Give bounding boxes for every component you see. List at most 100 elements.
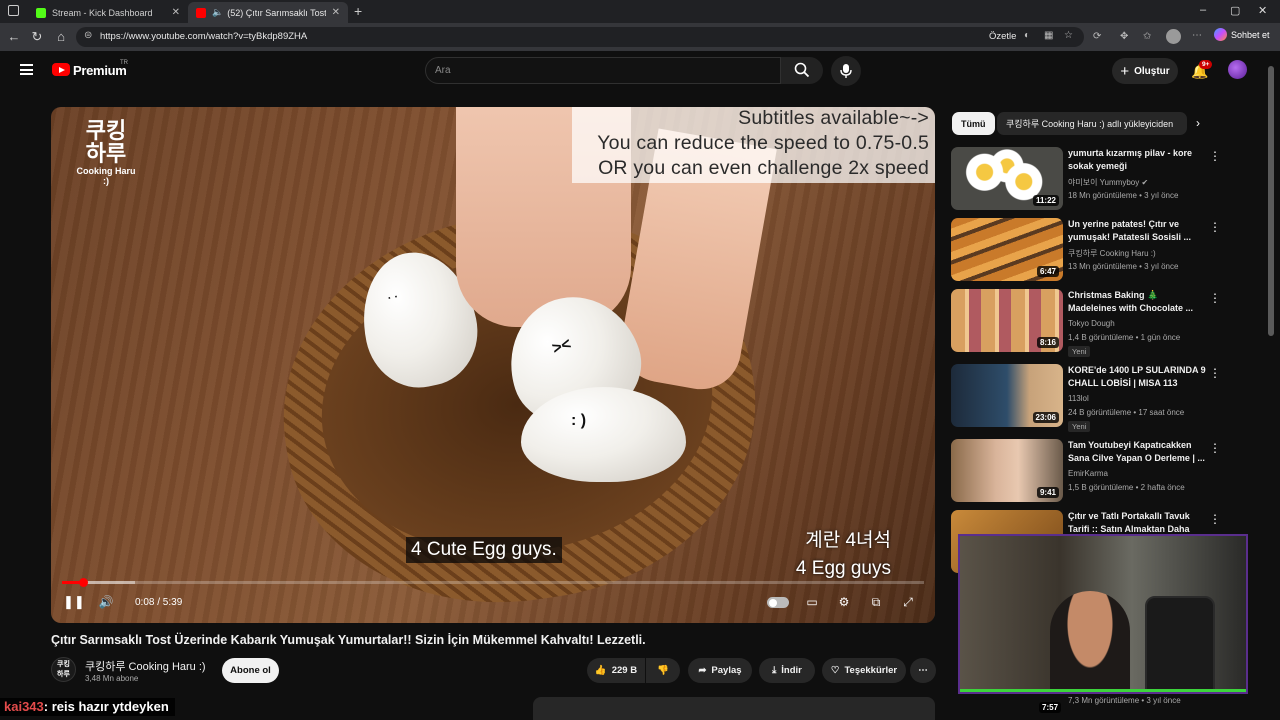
copilot-chat-button[interactable]: Sohbet et [1214,28,1270,41]
account-avatar[interactable] [1228,60,1247,79]
more-menu-icon[interactable]: ⋯ [1192,30,1202,41]
new-tab-button[interactable]: + [354,3,362,19]
recommendation-item[interactable]: 23:06 KORE'de 1400 LP SULARINDA 9 CHALL … [951,364,1251,432]
subtitles-icon[interactable]: ▭ [803,595,821,609]
more-icon: ⋯ [918,665,928,676]
subtitle-line: Subtitles available~-> [738,107,929,129]
pause-icon[interactable]: ❚❚ [63,595,85,609]
page-scrollbar[interactable] [1268,66,1274,336]
video-thumbnail[interactable]: 8:16 [951,289,1063,352]
thumbs-down-icon: 👎 [657,665,669,676]
minimize-icon[interactable]: – [1200,4,1206,16]
notification-count-badge: 9+ [1199,60,1213,69]
speaker-icon[interactable]: 🔈 [212,7,223,18]
tab-close-icon[interactable]: ✕ [172,7,180,18]
subtitle-line: You can reduce the speed to 0.75-0.5 [597,132,929,154]
extensions-icon[interactable]: ⟳ [1093,31,1101,42]
watermark-korean: 쿠킹 하루 [85,118,127,166]
microphone-icon [840,64,852,78]
favorites-icon[interactable]: ✩ [1143,31,1151,42]
recommendation-title: Un yerine patates! Çıtır ve yumuşak! Pat… [1068,219,1192,242]
recommendation-item[interactable]: 11:22 yumurta kızarmış pilav - kore soka… [951,147,1251,213]
video-thumbnail[interactable]: 6:47 [951,218,1063,281]
recommendation-channel: 야미보이 Yummyboy ✔ [1068,177,1148,188]
search-button[interactable] [781,57,823,84]
thanks-button[interactable]: ♡ Teşekkürler [822,658,906,683]
egg-face: : ) [571,412,587,429]
channel-avatar[interactable]: 쿠킹 하루 [51,657,76,682]
description-box[interactable] [533,697,935,720]
home-icon[interactable]: ⌂ [53,29,69,45]
recommendation-item[interactable]: 9:41 Tam Youtubeyi Kapatıcakken Sana Cil… [951,439,1251,505]
share-icon: ➦ [698,665,707,676]
subtitle-line: OR you can even challenge 2x speed [598,157,929,179]
video-duration: 8:16 [1036,337,1059,348]
egg-face: · · [386,290,400,305]
webcam-green-border [960,689,1246,692]
egg-face: >< [550,335,574,358]
recommendation-item[interactable]: 8:16 Christmas Baking 🎄 Madeleines with … [951,289,1251,357]
channel-name[interactable]: 쿠킹하루 Cooking Haru :) [85,658,206,674]
video-thumbnail[interactable]: 9:41 [951,439,1063,502]
volume-icon[interactable]: 🔊 [97,595,115,609]
kebab-menu-icon[interactable]: ⋮ [1209,441,1221,455]
tab-youtube-video[interactable]: 🔈 (52) Çıtır Sarımsaklı Tost Üze ✕ [188,2,348,23]
kebab-menu-icon[interactable]: ⋮ [1209,512,1221,526]
back-icon[interactable]: ← [6,29,22,45]
chip-all[interactable]: Tümü [952,112,995,135]
progress-bar[interactable] [62,581,924,584]
url-field[interactable]: ⊜ https://www.youtube.com/watch?v=tyBkdp… [76,27,1084,47]
url-text: https://www.youtube.com/watch?v=tyBkdp89… [100,31,308,42]
chevron-right-icon[interactable]: › [1196,116,1200,130]
puzzle-icon[interactable]: ✥ [1120,31,1128,42]
apps-icon[interactable]: ▦ [1044,30,1053,41]
premium-logo-text[interactable]: Premium [73,63,127,78]
create-button[interactable]: + Oluştur [1112,58,1178,84]
kebab-menu-icon[interactable]: ⋮ [1209,149,1221,163]
dislike-button[interactable]: 👎 [646,658,680,683]
recommendation-meta: 24 B görüntüleme • 17 saat önce [1068,408,1185,417]
voice-search-button[interactable] [831,56,861,86]
share-button[interactable]: ➦ Paylaş [688,658,752,683]
site-info-icon[interactable]: ⊜ [84,30,92,41]
translate-icon[interactable]: ◐ [1024,30,1030,41]
maximize-icon[interactable]: ▢ [1230,4,1240,17]
download-button[interactable]: ⤓ İndir [759,658,815,683]
streamer-figure [1050,591,1130,692]
reload-icon[interactable]: ↻ [29,29,45,45]
profile-avatar[interactable] [1166,29,1181,44]
chip-from-uploader[interactable]: 쿠킹하루 Cooking Haru :) adlı yükleyiciden [997,112,1187,135]
summarize-button[interactable]: Özetle [989,31,1016,42]
search-icon [794,62,810,78]
corner-caption-korean: 계란 4녀석 [805,530,891,551]
miniplayer-icon[interactable]: ⧉ [867,595,885,609]
more-actions-button[interactable]: ⋯ [910,658,936,683]
close-window-icon[interactable]: ✕ [1258,4,1267,17]
fullscreen-icon[interactable]: ⤢ [899,595,917,609]
tab-actions-icon[interactable] [8,5,19,16]
kebab-menu-icon[interactable]: ⋮ [1209,220,1221,234]
time-display: 0:08 / 5:39 [135,597,183,608]
video-player[interactable]: · · >< : ) Subtitles available~-> You ca… [51,107,935,623]
settings-gear-icon[interactable]: ⚙ [835,595,853,609]
search-input[interactable]: Ara [425,57,781,84]
recommendation-title: yumurta kızarmış pilav - kore sokak yeme… [1068,148,1193,171]
scrubber-handle[interactable] [78,578,88,587]
video-duration: 7:57 [1039,702,1062,713]
video-thumbnail[interactable]: 11:22 [951,147,1063,210]
kebab-menu-icon[interactable]: ⋮ [1209,366,1221,380]
recommendation-item[interactable]: 6:47 Un yerine patates! Çıtır ve yumuşak… [951,218,1251,284]
tab-title: (52) Çıtır Sarımsaklı Tost Üze [227,7,326,18]
youtube-logo-icon[interactable] [52,63,70,76]
autoplay-toggle[interactable] [767,597,789,608]
browser-tab-bar: Stream - Kick Dashboard ✕ 🔈 (52) Çıtır S… [0,0,1280,23]
download-label: İndir [781,665,802,676]
subscribe-button[interactable]: Abone ol [222,658,279,683]
menu-icon[interactable] [20,64,33,75]
video-thumbnail[interactable]: 23:06 [951,364,1063,427]
like-button[interactable]: 👍 229 B [587,658,645,683]
kebab-menu-icon[interactable]: ⋮ [1209,291,1221,305]
tab-kick-dashboard[interactable]: Stream - Kick Dashboard ✕ [28,2,188,23]
tab-close-icon[interactable]: ✕ [332,7,340,18]
favorite-star-icon[interactable]: ☆ [1064,30,1073,41]
